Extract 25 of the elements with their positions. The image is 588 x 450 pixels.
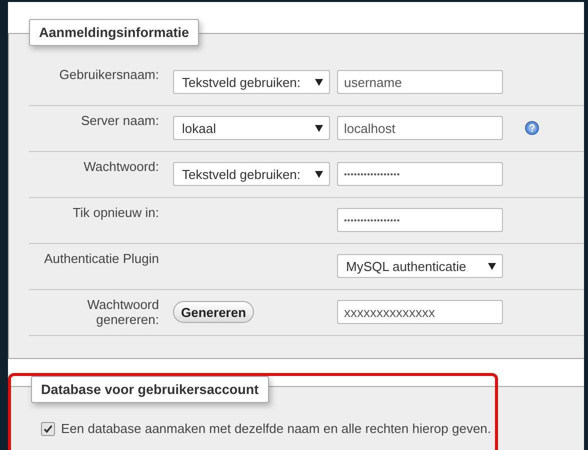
checkbox-label: Een database aanmaken met dezelfde naam en alle rechten hierop geven. xyxy=(61,421,492,436)
dropdown[interactable]: Tekstveld gebruiken: xyxy=(173,70,330,94)
help-icon[interactable] xyxy=(525,121,539,135)
field-label: Wachtwoord genereren: xyxy=(86,296,159,327)
checkbox[interactable] xyxy=(41,422,55,436)
input-field[interactable]: localhost xyxy=(337,116,503,140)
input-field[interactable]: username xyxy=(337,70,503,94)
field-label: Server naam: xyxy=(80,112,159,128)
caret-icon xyxy=(315,170,323,178)
section-title: Aanmeldingsinformatie xyxy=(29,19,200,46)
section-title: Database voor gebruikersaccount xyxy=(31,376,269,403)
dropdown[interactable]: MySQL authenticatie xyxy=(337,254,503,278)
field-label: Wachtwoord: xyxy=(82,158,159,174)
field-label: Tik opnieuw in: xyxy=(72,204,159,220)
dropdown[interactable]: Tekstveld gebruiken: xyxy=(173,162,330,186)
dropdown[interactable]: lokaal xyxy=(173,116,330,140)
caret-icon xyxy=(315,124,323,132)
field-label: Gebruikersnaam: xyxy=(58,66,159,82)
password-field[interactable]: ••••••••••••••••• xyxy=(337,162,503,186)
caret-icon xyxy=(315,78,323,86)
field-label: Authenticatie Plugin xyxy=(43,250,159,266)
input-field[interactable]: xxxxxxxxxxxxxx xyxy=(337,300,503,324)
generate-button[interactable]: Genereren xyxy=(173,301,254,323)
caret-icon xyxy=(488,262,496,270)
password-field[interactable]: ••••••••••••••••• xyxy=(337,208,503,232)
